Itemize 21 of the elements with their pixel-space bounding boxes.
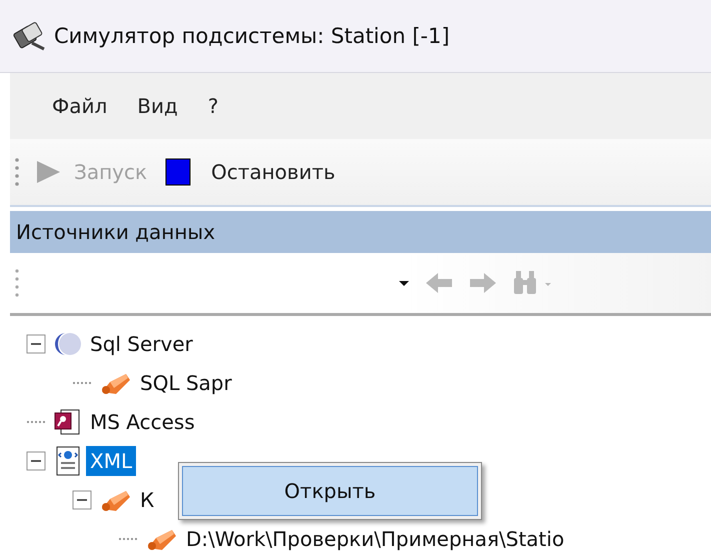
- menu-item[interactable]: ?: [208, 94, 218, 118]
- stop-icon: [165, 158, 192, 186]
- dropdown-arrow-icon[interactable]: [398, 278, 410, 288]
- stop-button[interactable]: Остановить: [161, 154, 340, 190]
- window-title: Симулятор подсистемы: Station [-1]: [54, 24, 450, 48]
- tree-item[interactable]: К: [136, 484, 158, 514]
- database-file-icon: [52, 406, 82, 436]
- collapse-icon[interactable]: [26, 334, 46, 354]
- tree-item[interactable]: SQL Sapr: [136, 368, 236, 398]
- tree-item[interactable]: MS Access: [86, 406, 199, 436]
- collapse-icon[interactable]: [72, 490, 92, 510]
- menu-item[interactable]: Открыть: [182, 466, 478, 516]
- grip-icon: [14, 155, 20, 189]
- collapse-icon[interactable]: [26, 450, 46, 470]
- panel-title: Источники данных: [16, 220, 216, 244]
- tree-item[interactable]: D:\Work\Проверки\Примерная\Statio: [182, 524, 568, 554]
- tree-item[interactable]: XML: [86, 446, 136, 476]
- tree-item[interactable]: Sql Server: [86, 328, 197, 358]
- play-icon: [34, 159, 62, 185]
- menu-item[interactable]: Вид: [137, 94, 178, 118]
- menu-item[interactable]: Файл: [52, 94, 108, 118]
